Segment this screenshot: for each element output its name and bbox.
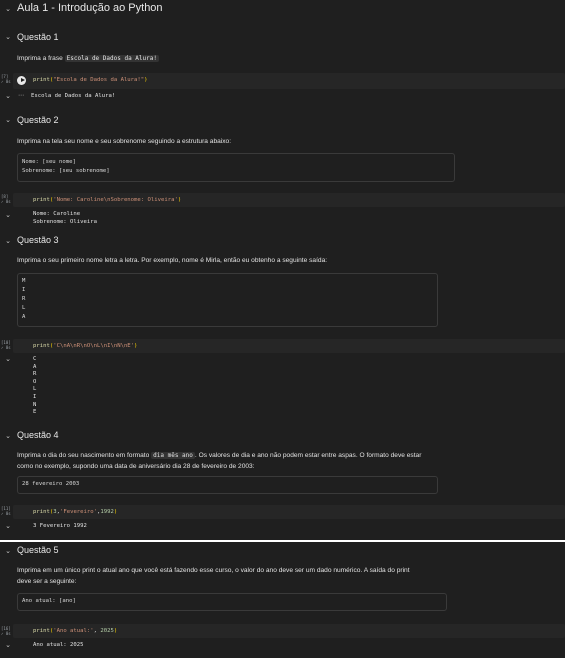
q4-text: Imprima o dia do seu nascimento em forma…: [17, 452, 422, 470]
heading-questao-1: Questão 1: [17, 32, 59, 42]
chevron-down-icon[interactable]: ⌄: [4, 433, 12, 441]
example-block: Ano atual: [ano]: [17, 593, 447, 611]
code-cell-q4[interactable]: print(3,'Fevereiro',1992): [13, 505, 565, 519]
code-line[interactable]: print('Ano atual:', 2025): [33, 628, 117, 634]
exec-status: [16] ✓ 0s: [1, 626, 11, 636]
output-menu-icon[interactable]: ⋯: [18, 92, 24, 99]
run-button-icon[interactable]: [17, 76, 26, 85]
example-block: M I R L A: [17, 273, 438, 327]
inline-code: Escola de Dados da Alura!: [64, 55, 159, 62]
example-block: 28 fevereiro 2003: [17, 476, 438, 494]
code-cell-q5[interactable]: print('Ano atual:', 2025): [13, 624, 565, 638]
heading-questao-2: Questão 2: [17, 115, 59, 125]
inline-code: dia mês ano: [151, 452, 195, 459]
code-line[interactable]: print('C\nA\nR\nO\nL\nI\nN\nE'): [33, 343, 137, 349]
heading-questao-5: Questão 5: [17, 545, 59, 555]
chevron-down-icon[interactable]: ⌄: [4, 523, 12, 531]
q2-text: Imprima na tela seu nome e seu sobrenome…: [17, 138, 232, 145]
cell-output: Escola de Dados da Alura!: [31, 93, 116, 99]
cell-output: Nome: Caroline Sobrenome: Oliveira: [33, 211, 97, 225]
q3-text: Imprima o seu primeiro nome letra a letr…: [17, 257, 328, 264]
code-line[interactable]: print("Escola de Dados da Alura!"): [33, 77, 148, 83]
chevron-down-icon[interactable]: ⌄: [4, 6, 12, 14]
heading-questao-3: Questão 3: [17, 235, 59, 245]
chevron-down-icon[interactable]: ⌄: [4, 548, 12, 556]
code-cell-q2[interactable]: print('Nome: Caroline\nSobrenome: Olivei…: [13, 193, 565, 207]
exec-status: [11] ✓ 0s: [1, 506, 11, 516]
q1-text: Imprima a frase Escola de Dados da Alura…: [17, 55, 159, 62]
exec-status: [7] ✓ 0s: [1, 74, 11, 84]
code-line[interactable]: print(3,'Fevereiro',1992): [33, 509, 117, 515]
cell-output: 3 Fevereiro 1992: [33, 523, 87, 529]
chevron-down-icon[interactable]: ⌄: [4, 356, 12, 364]
cell-output: Ano atual: 2025: [33, 642, 84, 648]
chevron-down-icon[interactable]: ⌄: [4, 238, 12, 246]
q5-text: Imprima em um único print o atual ano qu…: [17, 567, 410, 585]
chevron-down-icon[interactable]: ⌄: [4, 93, 12, 101]
code-cell-q1[interactable]: print("Escola de Dados da Alura!"): [13, 73, 565, 89]
chevron-down-icon[interactable]: ⌄: [4, 642, 12, 650]
notebook-title: Aula 1 - Introdução ao Python: [17, 2, 163, 14]
code-cell-q3[interactable]: print('C\nA\nR\nO\nL\nI\nN\nE'): [13, 339, 565, 353]
section-divider: [0, 540, 565, 542]
chevron-down-icon[interactable]: ⌄: [4, 34, 12, 42]
chevron-down-icon[interactable]: ⌄: [4, 212, 12, 220]
heading-questao-4: Questão 4: [17, 430, 59, 440]
cell-output: C A R O L I N E: [33, 356, 37, 416]
exec-status: [10] ✓ 0s: [1, 340, 11, 350]
exec-status: [8] ✓ 0s: [1, 194, 11, 204]
code-line[interactable]: print('Nome: Caroline\nSobrenome: Olivei…: [33, 197, 181, 203]
example-block: Nome: [seu nome] Sobrenome: [seu sobreno…: [17, 153, 455, 182]
chevron-down-icon[interactable]: ⌄: [4, 117, 12, 125]
